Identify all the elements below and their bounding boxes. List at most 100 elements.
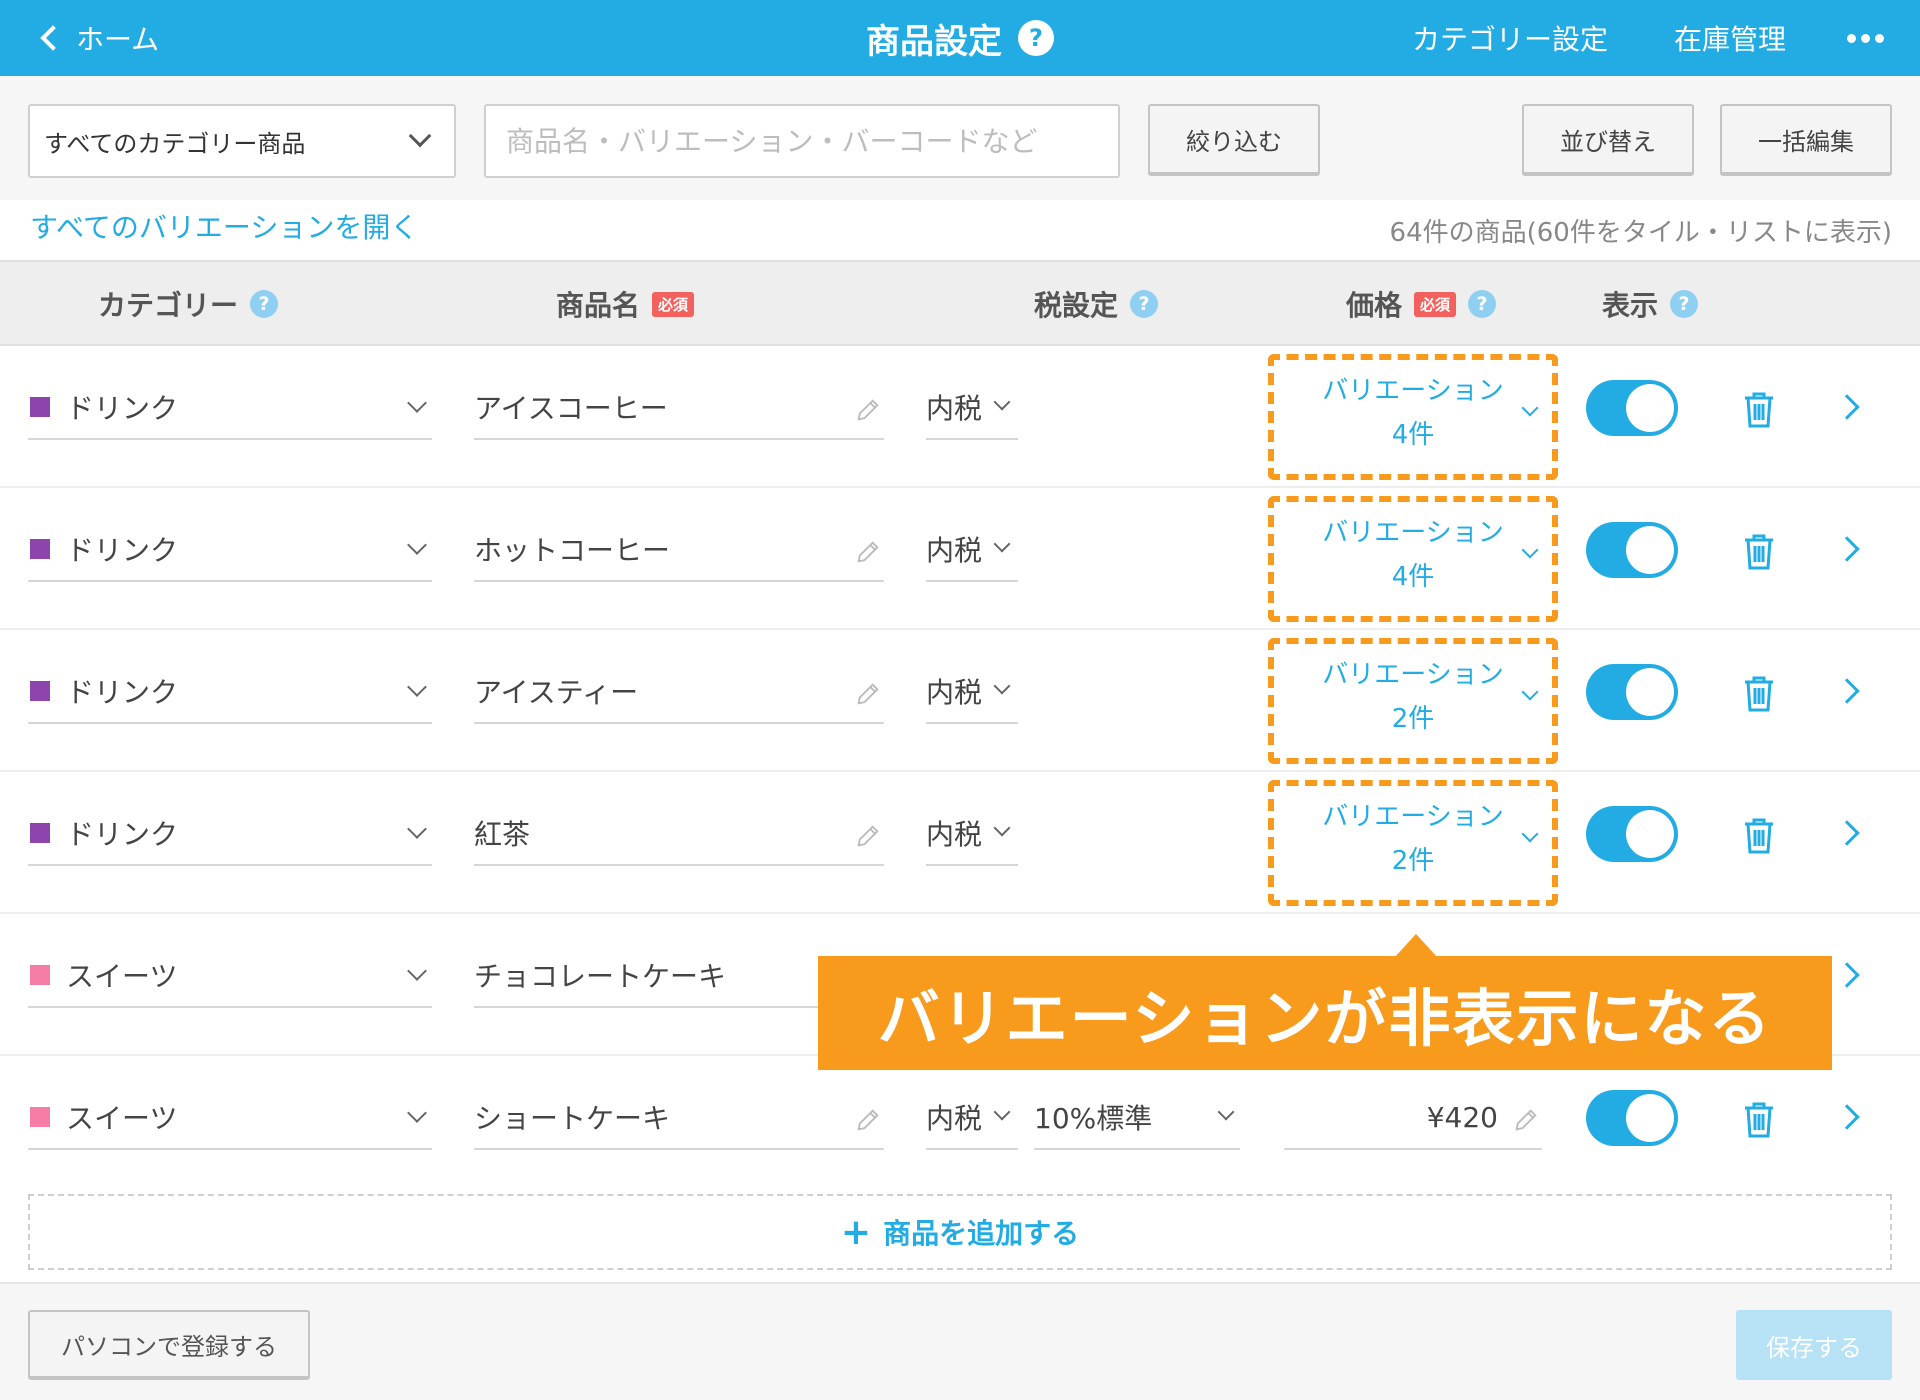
category-select[interactable]: スイーツ xyxy=(28,1086,432,1150)
product-name-field[interactable]: 紅茶 xyxy=(474,802,884,866)
filter-bar: すべてのカテゴリー商品 絞り込む 並び替え 一括編集 xyxy=(0,76,1920,200)
tax-select[interactable]: 内税 xyxy=(926,802,1018,866)
variation-count: 2件 xyxy=(1391,704,1435,734)
tax-select[interactable]: 内税 xyxy=(926,376,1018,440)
variation-toggle[interactable]: バリエーション 4件 xyxy=(1284,504,1542,608)
price-field[interactable]: ¥420 xyxy=(1284,1086,1542,1150)
save-button[interactable]: 保存する xyxy=(1736,1310,1892,1380)
trash-icon[interactable] xyxy=(1742,1100,1776,1140)
display-toggle[interactable] xyxy=(1586,806,1678,862)
category-label: ドリンク xyxy=(66,676,179,709)
table-header: カテゴリー ? 商品名 必須 税設定 ? 価格 必須 ? 表示 ? xyxy=(0,260,1920,346)
pencil-icon xyxy=(857,541,879,563)
chevron-down-icon xyxy=(407,535,427,555)
variation-toggle[interactable]: バリエーション 2件 xyxy=(1284,788,1542,892)
product-name-field[interactable]: アイスコーヒー xyxy=(474,376,884,440)
product-name-text: ホットコーヒー xyxy=(474,534,671,567)
header-category: カテゴリー ? xyxy=(98,262,279,346)
trash-icon[interactable] xyxy=(1742,390,1776,430)
expand-all-variations-link[interactable]: すべてのバリエーションを開く xyxy=(30,206,418,246)
search-input[interactable] xyxy=(484,104,1120,178)
chevron-right-icon[interactable] xyxy=(1834,678,1860,704)
tax-select[interactable]: 内税 xyxy=(926,518,1018,582)
product-name-field[interactable]: ショートケーキ xyxy=(474,1086,884,1150)
add-product-area: + 商品を追加する xyxy=(0,1178,1920,1282)
variation-toggle[interactable]: バリエーション 2件 xyxy=(1284,646,1542,750)
chevron-right-icon[interactable] xyxy=(1834,394,1860,420)
trash-icon[interactable] xyxy=(1742,674,1776,714)
display-toggle[interactable] xyxy=(1586,1090,1678,1146)
category-settings-link[interactable]: カテゴリー設定 xyxy=(1412,16,1608,60)
variation-count: 4件 xyxy=(1391,420,1435,450)
category-color-swatch xyxy=(30,823,50,843)
variation-count: 2件 xyxy=(1391,846,1435,876)
chevron-right-icon[interactable] xyxy=(1834,962,1860,988)
variation-toggle[interactable]: バリエーション 4件 xyxy=(1284,362,1542,466)
tax-rate-select[interactable]: 10%標準 xyxy=(1034,1086,1240,1150)
header-tax-label: 税設定 xyxy=(1034,289,1119,322)
add-product-label: 商品を追加する xyxy=(883,1217,1080,1250)
chevron-down-icon xyxy=(993,393,1011,411)
chevron-down-icon xyxy=(407,961,427,981)
category-select[interactable]: ドリンク xyxy=(28,518,432,582)
product-name-text: アイスティー xyxy=(474,676,639,709)
product-name-field[interactable]: アイスティー xyxy=(474,660,884,724)
category-select[interactable]: すべてのカテゴリー商品 xyxy=(28,104,456,178)
annotation-callout: バリエーションが非表示になる xyxy=(818,956,1832,1070)
chevron-down-icon xyxy=(993,819,1011,837)
category-label: ドリンク xyxy=(66,392,179,425)
display-toggle[interactable] xyxy=(1586,380,1678,436)
category-color-swatch xyxy=(30,539,50,559)
tax-label: 内税 xyxy=(926,534,983,567)
tax-label: 内税 xyxy=(926,818,983,851)
chevron-right-icon[interactable] xyxy=(1834,1104,1860,1130)
more-menu-icon[interactable] xyxy=(1840,20,1890,56)
inventory-link[interactable]: 在庫管理 xyxy=(1674,16,1786,60)
sort-button[interactable]: 並び替え xyxy=(1522,104,1694,176)
category-select[interactable]: ドリンク xyxy=(28,802,432,866)
tax-select[interactable]: 内税 xyxy=(926,660,1018,724)
pencil-icon xyxy=(857,1109,879,1131)
product-name-text: チョコレートケーキ xyxy=(474,960,727,993)
help-icon[interactable]: ? xyxy=(250,290,279,318)
help-icon[interactable]: ? xyxy=(1468,290,1497,318)
help-icon[interactable]: ? xyxy=(1018,20,1054,56)
header-tax: 税設定 ? xyxy=(1034,262,1159,346)
category-select[interactable]: スイーツ xyxy=(28,944,432,1008)
product-name-text: 紅茶 xyxy=(474,818,531,851)
variation-count: 4件 xyxy=(1391,562,1435,592)
product-name-field[interactable]: ホットコーヒー xyxy=(474,518,884,582)
trash-icon[interactable] xyxy=(1742,532,1776,572)
table-row: ドリンク 紅茶 内税 バリエーション 2件 xyxy=(0,772,1920,914)
chevron-right-icon[interactable] xyxy=(1834,536,1860,562)
chevron-right-icon[interactable] xyxy=(1834,820,1860,846)
category-color-swatch xyxy=(30,681,50,701)
tax-label: 内税 xyxy=(926,676,983,709)
price-text: ¥420 xyxy=(1426,1100,1498,1134)
category-select[interactable]: ドリンク xyxy=(28,376,432,440)
tax-select[interactable]: 内税 xyxy=(926,1086,1018,1150)
bulk-edit-button[interactable]: 一括編集 xyxy=(1720,104,1892,176)
header-display-label: 表示 xyxy=(1602,289,1659,322)
trash-icon[interactable] xyxy=(1742,816,1776,856)
filter-button[interactable]: 絞り込む xyxy=(1148,104,1320,176)
help-icon[interactable]: ? xyxy=(1130,290,1159,318)
category-color-swatch xyxy=(30,965,50,985)
top-nav-bar: ホーム 商品設定 ? カテゴリー設定 在庫管理 xyxy=(0,0,1920,76)
product-name-text: ショートケーキ xyxy=(474,1102,671,1135)
header-price-label: 価格 xyxy=(1346,289,1403,322)
category-select-value: すべてのカテゴリー商品 xyxy=(44,129,306,158)
help-icon[interactable]: ? xyxy=(1670,290,1699,318)
register-on-pc-button[interactable]: パソコンで登録する xyxy=(28,1310,310,1380)
table-row: ドリンク ホットコーヒー 内税 バリエーション 4件 xyxy=(0,488,1920,630)
required-badge: 必須 xyxy=(1414,291,1457,317)
category-color-swatch xyxy=(30,1107,50,1127)
category-label: ドリンク xyxy=(66,818,179,851)
display-toggle[interactable] xyxy=(1586,522,1678,578)
required-badge: 必須 xyxy=(652,291,695,317)
add-product-button[interactable]: + 商品を追加する xyxy=(28,1194,1892,1270)
chevron-down-icon xyxy=(408,124,432,148)
category-select[interactable]: ドリンク xyxy=(28,660,432,724)
tax-label: 内税 xyxy=(926,1102,983,1135)
display-toggle[interactable] xyxy=(1586,664,1678,720)
